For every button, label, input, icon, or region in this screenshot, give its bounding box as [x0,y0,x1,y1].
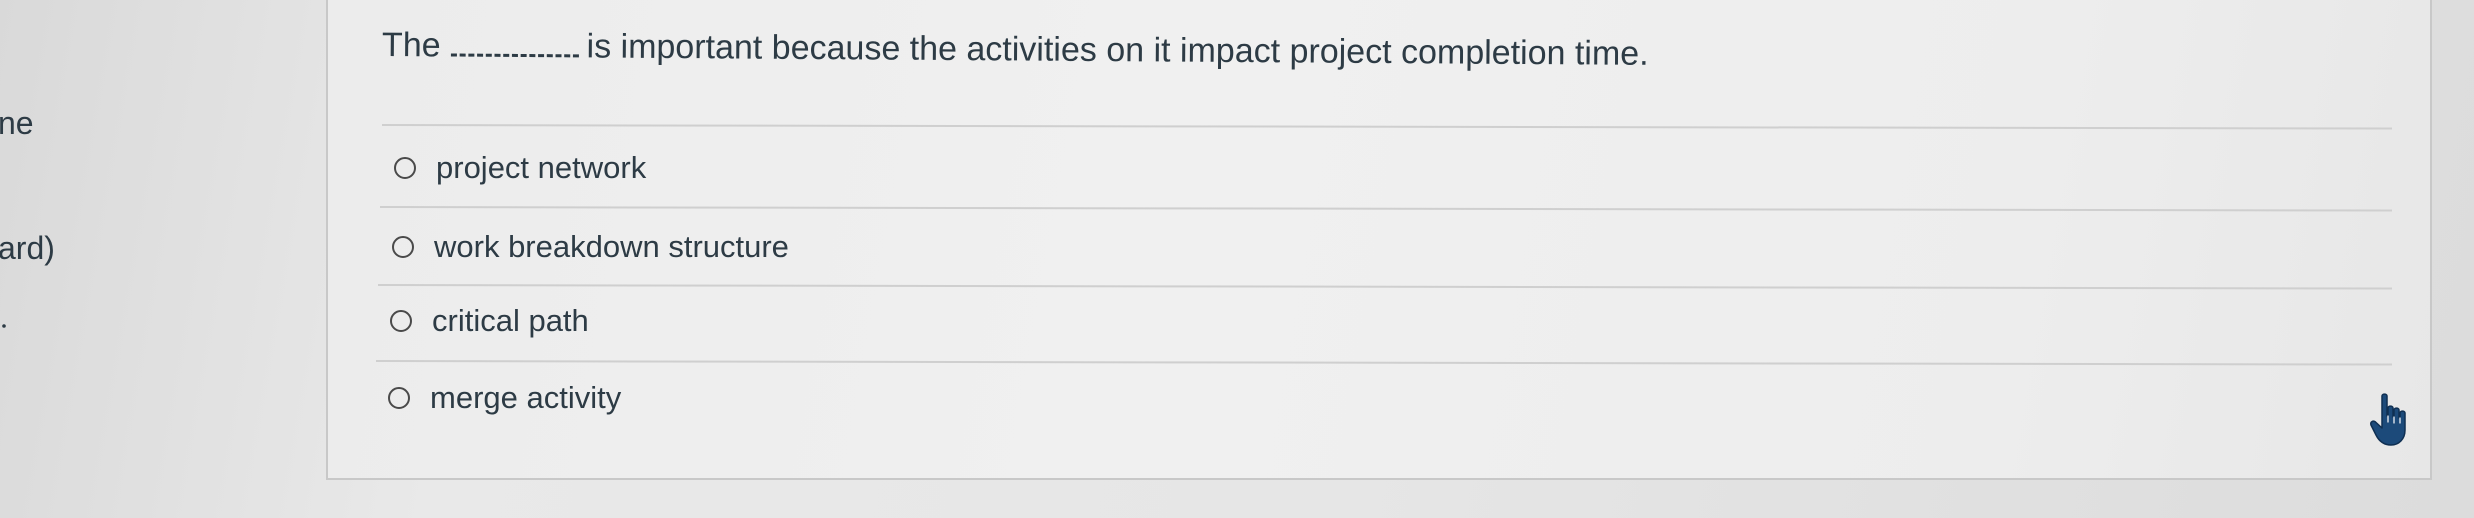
radio-button[interactable] [390,310,412,332]
radio-button[interactable] [394,157,416,179]
fill-in-blank [450,27,579,58]
radio-button[interactable] [392,236,414,258]
answer-option-work-breakdown-structure[interactable]: work breakdown structure [392,229,789,265]
option-label: critical path [432,303,589,338]
option-label: merge activity [430,380,622,415]
option-divider [381,124,2392,130]
sidebar-fragment-label: ne [0,105,34,141]
question-text: The is important because the activities o… [382,26,1649,74]
answer-option-project-network[interactable]: project network [394,150,646,186]
option-divider [377,284,2392,290]
answer-option-merge-activity[interactable]: merge activity [388,380,621,416]
option-divider [379,206,2392,212]
question-panel: The is important because the activities o… [326,0,2432,480]
hand-pointer-icon [2370,393,2406,446]
option-label: project network [436,150,647,185]
sidebar-fragment-dot [2,324,6,328]
option-divider [375,360,2392,366]
question-suffix: is important because the activities on i… [586,27,1649,73]
answer-option-critical-path[interactable]: critical path [390,303,589,339]
question-prefix: The [381,26,441,65]
radio-button[interactable] [388,387,410,409]
sidebar-fragment-label: ard) [0,230,55,266]
option-label: work breakdown structure [434,229,789,264]
